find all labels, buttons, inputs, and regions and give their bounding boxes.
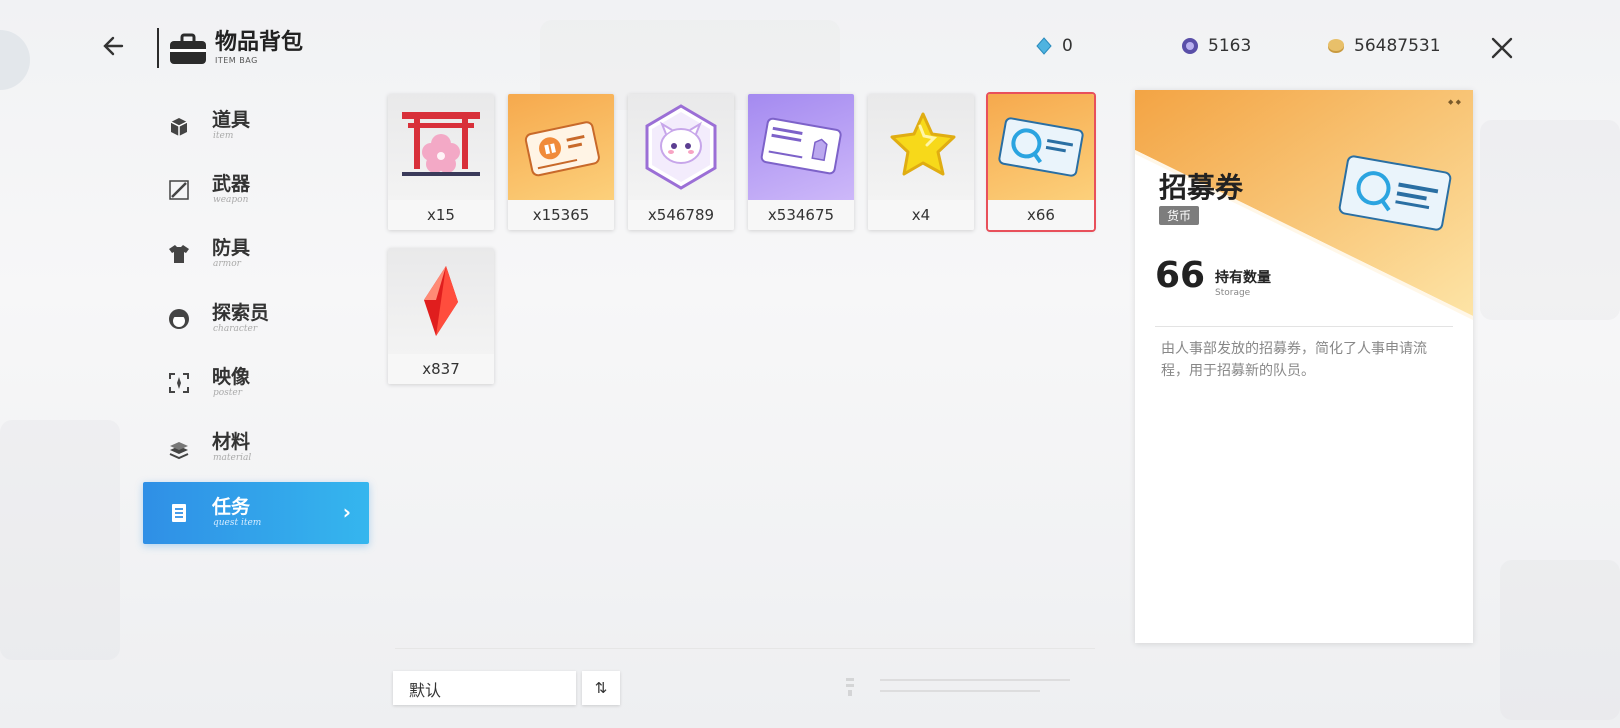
sidebar-item-label: 武器: [212, 173, 251, 195]
item-slot[interactable]: x15365: [508, 94, 614, 230]
item-description: 由人事部发放的招募券，简化了人事申请流程，用于招募新的队员。: [1161, 341, 1427, 379]
sidebar-item-character[interactable]: 探索员 character: [143, 288, 369, 350]
currency-value: 5163: [1208, 36, 1252, 56]
currency-purple-gem: 5163: [1180, 36, 1251, 56]
item-slot[interactable]: x546789: [628, 94, 734, 230]
back-arrow-icon[interactable]: [100, 30, 132, 62]
sakura-gate-icon: [402, 112, 480, 176]
item-count: x15: [388, 200, 494, 230]
decoration-icon: [846, 678, 1070, 696]
sidebar-item-material[interactable]: 材料 material: [143, 417, 369, 479]
currency-value: 0: [1062, 36, 1073, 56]
sidebar-item-en: armor: [213, 259, 241, 269]
sidebar-item-label: 防具: [212, 237, 251, 259]
box-icon: [170, 118, 188, 136]
sort-label: 默认: [409, 681, 442, 700]
sidebar-item-en: item: [213, 131, 234, 141]
item-image: [868, 94, 974, 200]
head-icon: [169, 309, 189, 329]
sidebar-item-weapon[interactable]: 武器 weapon: [143, 159, 369, 221]
item-category-tag: 货币: [1159, 206, 1200, 225]
item-image: [508, 94, 614, 200]
item-slot[interactable]: x837: [388, 248, 494, 384]
page-title: 物品背包: [215, 30, 304, 55]
brand-mark-icon: ◆ ◆: [1448, 98, 1461, 106]
sidebar-item-label: 映像: [212, 366, 251, 388]
item-count: x15365: [508, 200, 614, 230]
fashion-voucher-icon: [760, 117, 842, 175]
red-crystal-icon: [424, 266, 458, 336]
focus-icon: [169, 373, 189, 393]
divider: [1155, 326, 1453, 327]
item-slot[interactable]: x534675: [748, 94, 854, 230]
sort-dropdown[interactable]: 默认: [393, 671, 576, 705]
diamond-icon: [1036, 37, 1052, 55]
sidebar-item-en: quest item: [213, 518, 262, 528]
stack-icon: [169, 442, 189, 460]
neko-badge-icon: [645, 104, 717, 190]
gift-card-icon: [524, 121, 600, 177]
sidebar-item-en: material: [213, 453, 252, 463]
sort-order-toggle[interactable]: ⇅: [582, 671, 620, 705]
divider: [395, 648, 1095, 649]
item-count: x66: [988, 200, 1094, 230]
sidebar-item-item[interactable]: 道具 item: [143, 95, 369, 157]
bag-icon: [170, 33, 206, 64]
recruitment-voucher-icon: [998, 117, 1084, 177]
background-shape: [0, 420, 120, 660]
background-shape: [0, 30, 30, 90]
quantity-label-en: Storage: [1215, 288, 1251, 298]
sword-icon: [169, 180, 189, 200]
clipboard-icon: [172, 504, 186, 522]
gold-coin-icon: [1328, 39, 1344, 53]
item-slot-selected[interactable]: x66: [986, 92, 1096, 232]
currency-gold-coin: 56487531: [1326, 36, 1441, 56]
sidebar-item-label: 任务: [212, 496, 251, 518]
item-image: [628, 94, 734, 200]
sidebar-item-en: weapon: [213, 195, 249, 205]
item-count: x4: [868, 200, 974, 230]
currency-value: 56487531: [1354, 36, 1441, 56]
sidebar-item-label: 道具: [212, 109, 251, 131]
item-name: 招募券: [1159, 171, 1244, 204]
sidebar-item-label: 探索员: [212, 302, 270, 324]
sidebar-item-label: 材料: [212, 431, 251, 453]
recruitment-voucher-icon: [1338, 155, 1452, 231]
item-quantity: 66: [1155, 255, 1206, 296]
purple-gem-icon: [1182, 38, 1198, 54]
item-slot[interactable]: x4: [868, 94, 974, 230]
shirt-icon: [169, 245, 189, 263]
item-image: [748, 94, 854, 200]
star-icon: [890, 112, 956, 176]
header-divider: [157, 28, 159, 68]
item-image: [988, 94, 1094, 200]
page-subtitle: ITEM BAG: [215, 56, 258, 65]
item-image: [388, 248, 494, 354]
sidebar-item-en: character: [213, 324, 258, 334]
item-image: [388, 94, 494, 200]
item-detail-panel: ◆ ◆ 招募券 货币 66 持有数量 Storage 由人事部发放的招募券，简化…: [1135, 90, 1473, 643]
currency-diamond: 0: [1034, 36, 1073, 56]
close-icon[interactable]: [1490, 36, 1514, 60]
chevron-right-icon: ›: [342, 500, 351, 524]
item-slot[interactable]: x15: [388, 94, 494, 230]
sidebar-item-en: poster: [213, 388, 243, 398]
item-count: x837: [388, 354, 494, 384]
item-count: x534675: [748, 200, 854, 230]
sidebar-item-armor[interactable]: 防具 armor: [143, 223, 369, 285]
quantity-label: 持有数量: [1215, 270, 1271, 286]
sidebar-item-poster[interactable]: 映像 poster: [143, 352, 369, 414]
item-count: x546789: [628, 200, 734, 230]
background-shape: [1500, 560, 1620, 720]
sidebar-item-quest-item[interactable]: 任务 quest item ›: [143, 482, 369, 544]
background-shape: [1480, 120, 1620, 320]
